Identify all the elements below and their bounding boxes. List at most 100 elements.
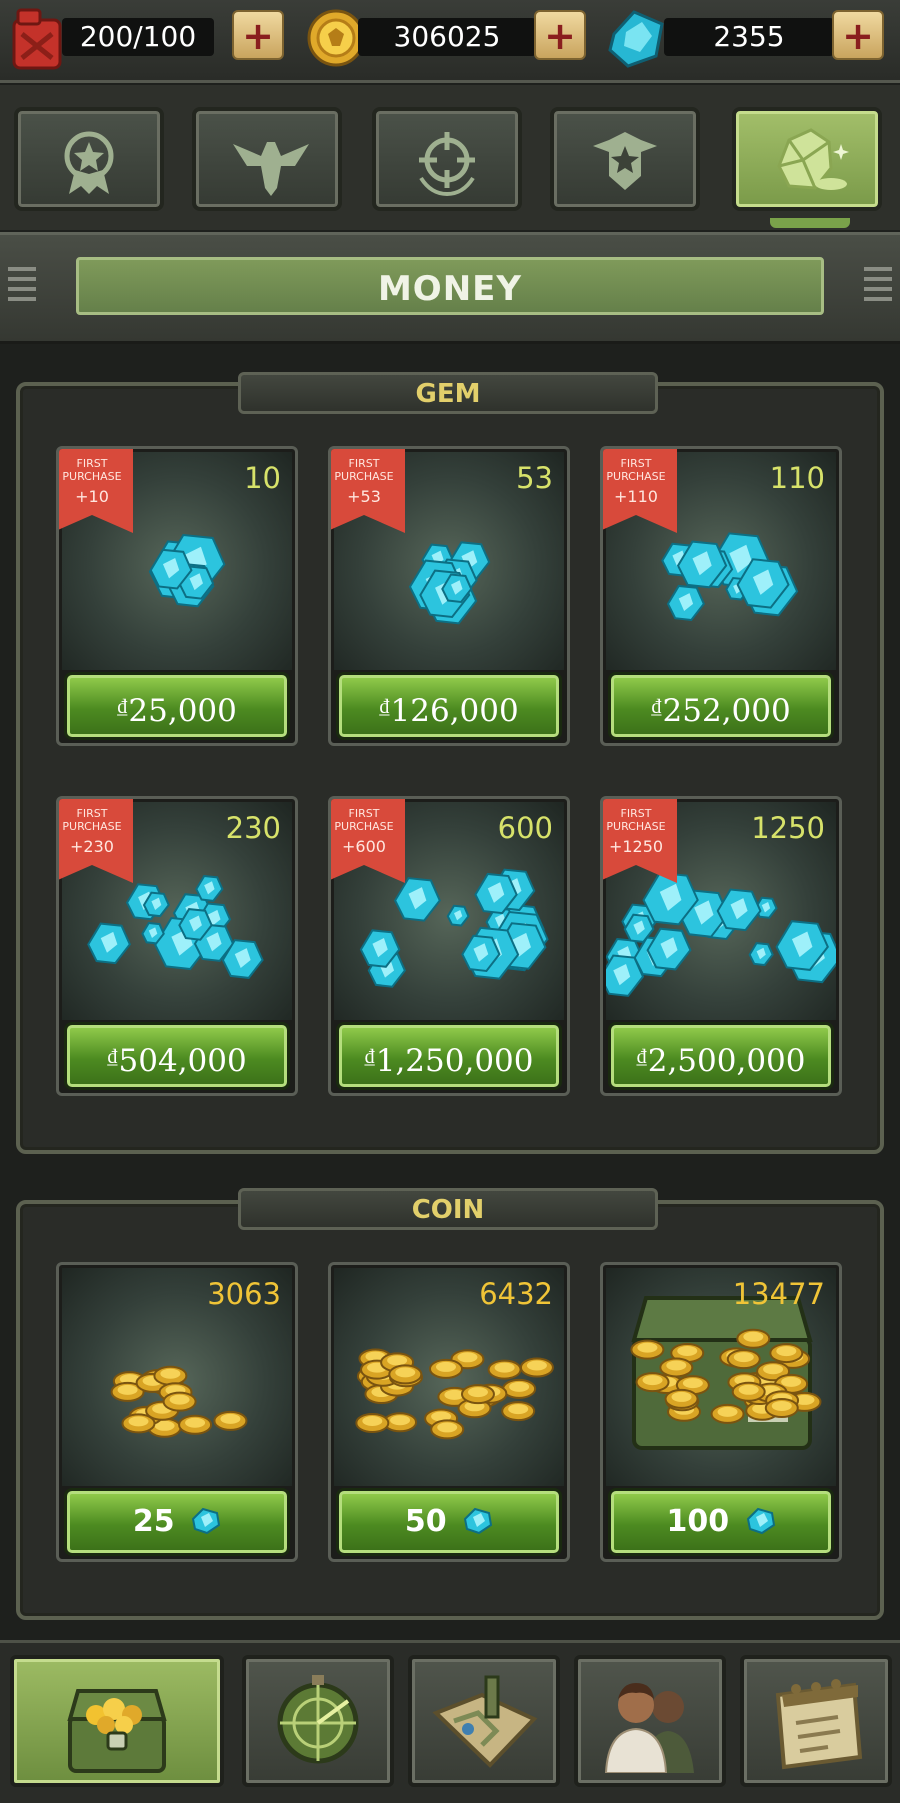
gem-amount: 600 (497, 811, 553, 845)
coin-value: 306025 (358, 18, 536, 56)
gem-amount: 110 (769, 461, 825, 495)
first-purchase-ribbon: FIRST PURCHASE +53 (331, 449, 405, 533)
ribbon-bonus: +53 (347, 487, 381, 506)
ribbon-line2: PURCHASE (62, 470, 122, 483)
currency-symbol: ₫ (107, 1044, 118, 1068)
coin-icon (306, 8, 366, 72)
gem-pack-card[interactable]: FIRST PURCHASE +230 230 ₫504,000 (56, 796, 298, 1096)
buy-gem-button[interactable]: ₫1,250,000 (339, 1025, 559, 1087)
gem-price: 126,000 (390, 693, 519, 729)
coin-price: 100 (666, 1504, 730, 1539)
gem-amount: 10 (244, 461, 281, 495)
gem-value: 2355 (664, 18, 834, 56)
tab-medal[interactable] (14, 107, 164, 211)
first-purchase-ribbon: FIRST PURCHASE +600 (331, 799, 405, 883)
coin-resource: 306025 + (306, 8, 588, 67)
first-purchase-ribbon: FIRST PURCHASE +10 (59, 449, 133, 533)
ribbon-line1: FIRST (620, 457, 652, 470)
coin-price: 25 (132, 1504, 175, 1539)
buy-coin-button[interactable]: 50 (339, 1491, 559, 1553)
gem-icon (185, 1504, 221, 1539)
gem-amount: 1250 (751, 811, 825, 845)
coin-amount: 6432 (479, 1277, 553, 1311)
gem-price: 252,000 (662, 693, 791, 729)
buy-gem-button[interactable]: ₫252,000 (611, 675, 831, 737)
tab-badge[interactable] (550, 107, 700, 211)
active-tab-indicator (770, 218, 850, 228)
gem-pack-card[interactable]: FIRST PURCHASE +110 110 ₫252,000 (600, 446, 842, 746)
gem-pack-card[interactable]: FIRST PURCHASE +1250 1250 ₫2,500,000 (600, 796, 842, 1096)
fuel-can-icon (8, 8, 66, 74)
gem-price: 1,250,000 (375, 1043, 534, 1079)
tab-eagle[interactable] (192, 107, 342, 211)
gem-pack-card[interactable]: FIRST PURCHASE +53 53 ₫126,000 (328, 446, 570, 746)
nav-squad[interactable] (574, 1655, 726, 1787)
currency-symbol: ₫ (364, 1044, 375, 1068)
gem-icon (606, 8, 668, 74)
ribbon-bonus: +110 (614, 487, 658, 506)
coin-amount: 13477 (732, 1277, 825, 1311)
section-header: MONEY (0, 232, 900, 344)
tab-target[interactable] (372, 107, 522, 211)
page-title: MONEY (76, 257, 824, 315)
ribbon-line1: FIRST (76, 807, 108, 820)
nav-shop[interactable] (10, 1655, 224, 1787)
gem-pack-card[interactable]: FIRST PURCHASE +10 10 ₫25,000 (56, 446, 298, 746)
ribbon-bonus: +1250 (608, 837, 664, 856)
ribbon-line2: PURCHASE (606, 820, 666, 833)
ribbon-line1: FIRST (348, 457, 380, 470)
grip-right (864, 267, 892, 307)
gem-price: 25,000 (128, 693, 237, 729)
buy-coin-button[interactable]: 100 (611, 1491, 831, 1553)
ribbon-line1: FIRST (620, 807, 652, 820)
grip-left (8, 267, 36, 307)
ribbon-bonus: +600 (342, 837, 386, 856)
nav-radar[interactable] (242, 1655, 394, 1787)
buy-gem-button[interactable]: ₫126,000 (339, 675, 559, 737)
buy-coin-button[interactable]: 25 (67, 1491, 287, 1553)
gem-price: 504,000 (118, 1043, 247, 1079)
first-purchase-ribbon: FIRST PURCHASE +1250 (603, 799, 677, 883)
gem-amount: 230 (225, 811, 281, 845)
ribbon-line1: FIRST (348, 807, 380, 820)
currency-symbol: ₫ (651, 694, 662, 718)
add-fuel-button[interactable]: + (232, 10, 284, 60)
coin-amount: 3063 (207, 1277, 281, 1311)
ribbon-bonus: +10 (75, 487, 109, 506)
add-coin-button[interactable]: + (534, 10, 586, 60)
coin-pack-card[interactable]: 3063 25 (56, 1262, 298, 1562)
coin-pack-card[interactable]: 6432 50 (328, 1262, 570, 1562)
nav-map[interactable] (408, 1655, 560, 1787)
gem-resource: 2355 + (606, 8, 888, 68)
gem-pack-card[interactable]: FIRST PURCHASE +600 600 ₫1,250,000 (328, 796, 570, 1096)
buy-gem-button[interactable]: ₫2,500,000 (611, 1025, 831, 1087)
fuel-resource: 200/100 + (8, 8, 284, 70)
gem-section-title: GEM (238, 372, 658, 414)
tab-money[interactable] (732, 107, 882, 211)
currency-symbol: ₫ (117, 694, 128, 718)
gem-icon (457, 1504, 493, 1539)
buy-gem-button[interactable]: ₫504,000 (67, 1025, 287, 1087)
coin-pack-card[interactable]: 13477 100 (600, 1262, 842, 1562)
resource-bar: 200/100 + 306025 + 2355 + (0, 0, 900, 83)
coin-section-title: COIN (238, 1188, 658, 1230)
buy-gem-button[interactable]: ₫25,000 (67, 675, 287, 737)
ribbon-line2: PURCHASE (62, 820, 122, 833)
bottom-nav (0, 1640, 900, 1803)
ribbon-line2: PURCHASE (334, 820, 394, 833)
ribbon-line2: PURCHASE (606, 470, 666, 483)
ribbon-line1: FIRST (76, 457, 108, 470)
add-gem-button[interactable]: + (832, 10, 884, 60)
fuel-value: 200/100 (62, 18, 214, 56)
currency-symbol: ₫ (379, 694, 390, 718)
gem-price: 2,500,000 (647, 1043, 806, 1079)
nav-missions[interactable] (740, 1655, 892, 1787)
gem-icon (740, 1504, 776, 1539)
gem-amount: 53 (516, 461, 553, 495)
coin-price: 50 (404, 1504, 447, 1539)
first-purchase-ribbon: FIRST PURCHASE +110 (603, 449, 677, 533)
ribbon-bonus: +230 (70, 837, 114, 856)
first-purchase-ribbon: FIRST PURCHASE +230 (59, 799, 133, 883)
category-tabs (0, 85, 900, 230)
currency-symbol: ₫ (636, 1044, 647, 1068)
